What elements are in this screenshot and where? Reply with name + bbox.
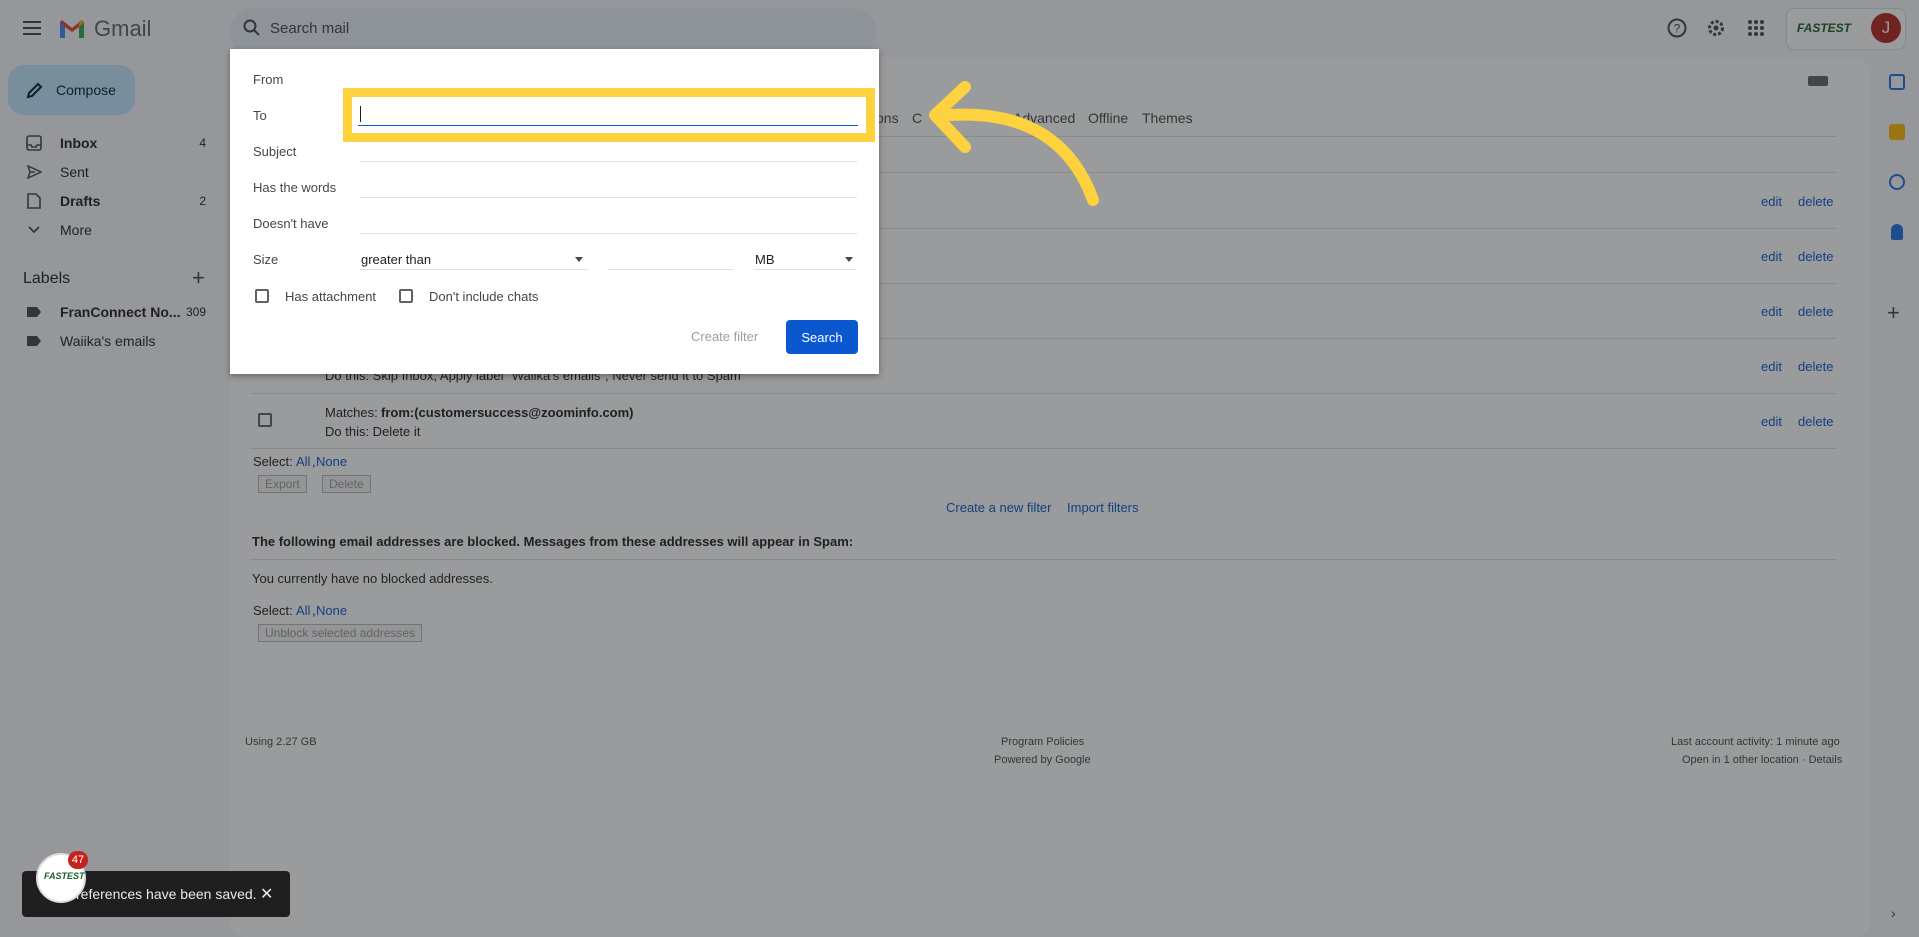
has-attachment-label: Has attachment [285, 289, 377, 304]
size-unit-dropdown-icon[interactable] [845, 257, 853, 262]
dont-include-chats-label: Don't include chats [429, 289, 539, 304]
search-submit-button[interactable]: Search [786, 320, 858, 354]
annotation-arrow-icon [929, 81, 1099, 206]
to-field[interactable] [358, 102, 858, 126]
has-words-field[interactable] [360, 197, 857, 198]
size-value-field[interactable] [608, 269, 734, 270]
doesnt-have-label: Doesn't have [253, 216, 329, 231]
dont-include-chats-checkbox[interactable] [399, 289, 413, 303]
subject-label: Subject [253, 144, 297, 159]
has-attachment-checkbox[interactable] [255, 289, 269, 303]
toast-message: references have been saved. [76, 886, 257, 902]
to-label: To [253, 108, 267, 123]
doesnt-have-field[interactable] [360, 233, 857, 234]
size-operator-dropdown-icon[interactable] [575, 257, 583, 262]
size-unit-select[interactable]: MB [755, 252, 775, 267]
size-operator-select[interactable]: greater than [361, 252, 431, 267]
text-cursor [360, 106, 361, 122]
subject-field[interactable] [360, 161, 857, 162]
badge-logo-text: FASTEST [44, 871, 85, 881]
from-label: From [253, 72, 284, 87]
size-label: Size [253, 252, 279, 267]
close-icon[interactable]: ✕ [260, 884, 273, 904]
create-filter-button[interactable]: Create filter [691, 329, 758, 344]
has-words-label: Has the words [253, 180, 337, 195]
notification-count-badge: 47 [68, 851, 88, 869]
